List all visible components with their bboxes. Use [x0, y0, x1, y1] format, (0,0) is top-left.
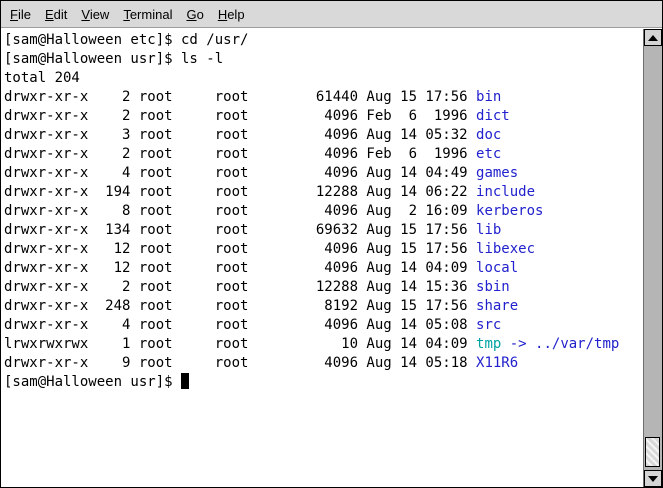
directory-name: dict	[476, 108, 510, 124]
terminal-text: total 204	[4, 70, 80, 86]
terminal-text: drwxr-xr-x 194 root root 12288 Aug 14 06…	[4, 184, 476, 200]
directory-name: src	[476, 317, 501, 333]
scrollbar	[643, 29, 662, 487]
menu-item-view[interactable]: View	[74, 2, 116, 27]
arrow-up-icon	[648, 35, 658, 41]
terminal-line: drwxr-xr-x 12 root root 4096 Aug 14 04:0…	[4, 259, 643, 278]
terminal-text: drwxr-xr-x 248 root root 8192 Aug 15 17:…	[4, 298, 476, 314]
scroll-up-button[interactable]	[644, 29, 662, 46]
menu-item-file[interactable]: File	[3, 2, 38, 27]
terminal-line: drwxr-xr-x 2 root root 61440 Aug 15 17:5…	[4, 88, 643, 107]
directory-name: doc	[476, 127, 501, 143]
directory-name: libexec	[476, 241, 535, 257]
terminal-line: drwxr-xr-x 12 root root 4096 Aug 15 17:5…	[4, 240, 643, 259]
terminal-line: drwxr-xr-x 3 root root 4096 Aug 14 05:32…	[4, 126, 643, 145]
terminal-text: drwxr-xr-x 12 root root 4096 Aug 15 17:5…	[4, 241, 476, 257]
directory-name: X11R6	[476, 355, 518, 371]
directory-name: kerberos	[476, 203, 543, 219]
terminal-line: [sam@Halloween usr]$ ls -l	[4, 50, 643, 69]
terminal-line: drwxr-xr-x 2 root root 4096 Feb 6 1996 e…	[4, 145, 643, 164]
terminal-window: FileEditViewTerminalGoHelp [sam@Hallowee…	[0, 0, 663, 488]
terminal-line: drwxr-xr-x 2 root root 4096 Feb 6 1996 d…	[4, 107, 643, 126]
terminal-line: drwxr-xr-x 8 root root 4096 Aug 2 16:09 …	[4, 202, 643, 221]
scrollbar-thumb[interactable]	[645, 437, 660, 467]
terminal-line: drwxr-xr-x 4 root root 4096 Aug 14 04:49…	[4, 164, 643, 183]
terminal-line: drwxr-xr-x 248 root root 8192 Aug 15 17:…	[4, 297, 643, 316]
terminal-output[interactable]: [sam@Halloween etc]$ cd /usr/ [sam@Hallow…	[1, 29, 643, 487]
directory-name: share	[476, 298, 518, 314]
terminal-line: [sam@Halloween etc]$ cd /usr/	[4, 31, 643, 50]
terminal-text: drwxr-xr-x 3 root root 4096 Aug 14 05:32	[4, 127, 476, 143]
terminal-text: lrwxrwxrwx 1 root root 10 Aug 14 04:09	[4, 336, 476, 352]
menu-bar: FileEditViewTerminalGoHelp	[1, 1, 662, 28]
scrollbar-track[interactable]	[644, 46, 662, 470]
terminal-text: drwxr-xr-x 4 root root 4096 Aug 14 05:08	[4, 317, 476, 333]
terminal-line: [sam@Halloween usr]$	[4, 373, 643, 392]
terminal-text: drwxr-xr-x 2 root root 4096 Feb 6 1996	[4, 108, 476, 124]
terminal-text: drwxr-xr-x 12 root root 4096 Aug 14 04:0…	[4, 260, 476, 276]
scroll-down-button[interactable]	[644, 470, 662, 487]
menu-item-edit[interactable]: Edit	[38, 2, 74, 27]
menu-item-go[interactable]: Go	[179, 2, 210, 27]
directory-name: sbin	[476, 279, 510, 295]
directory-name: games	[476, 165, 518, 181]
terminal-line: drwxr-xr-x 2 root root 12288 Aug 14 15:3…	[4, 278, 643, 297]
directory-name: bin	[476, 89, 501, 105]
menu-item-terminal[interactable]: Terminal	[116, 2, 179, 27]
terminal-line: drwxr-xr-x 4 root root 4096 Aug 14 05:08…	[4, 316, 643, 335]
terminal-line: lrwxrwxrwx 1 root root 10 Aug 14 04:09 t…	[4, 335, 643, 354]
terminal-line: drwxr-xr-x 9 root root 4096 Aug 14 05:18…	[4, 354, 643, 373]
symlink-name: tmp	[476, 336, 501, 352]
terminal-line: drwxr-xr-x 194 root root 12288 Aug 14 06…	[4, 183, 643, 202]
directory-name: include	[476, 184, 535, 200]
terminal-text: drwxr-xr-x 134 root root 69632 Aug 15 17…	[4, 222, 476, 238]
terminal-text: [sam@Halloween etc]$ cd /usr/	[4, 32, 248, 48]
terminal-text: drwxr-xr-x 2 root root 12288 Aug 14 15:3…	[4, 279, 476, 295]
menu-item-help[interactable]: Help	[211, 2, 252, 27]
terminal-text: drwxr-xr-x 9 root root 4096 Aug 14 05:18	[4, 355, 476, 371]
terminal-text: drwxr-xr-x 2 root root 61440 Aug 15 17:5…	[4, 89, 476, 105]
terminal-text: drwxr-xr-x 8 root root 4096 Aug 2 16:09	[4, 203, 476, 219]
arrow-down-icon	[648, 476, 658, 482]
directory-name: etc	[476, 146, 501, 162]
terminal-cursor	[181, 373, 189, 389]
directory-name: local	[476, 260, 518, 276]
directory-name: -> ../var/tmp	[501, 336, 619, 352]
terminal-text: drwxr-xr-x 2 root root 4096 Feb 6 1996	[4, 146, 476, 162]
terminal-text: [sam@Halloween usr]$ ls -l	[4, 51, 223, 67]
terminal-text: [sam@Halloween usr]$	[4, 374, 181, 390]
terminal-line: total 204	[4, 69, 643, 88]
terminal-line: drwxr-xr-x 134 root root 69632 Aug 15 17…	[4, 221, 643, 240]
terminal-text: drwxr-xr-x 4 root root 4096 Aug 14 04:49	[4, 165, 476, 181]
directory-name: lib	[476, 222, 501, 238]
